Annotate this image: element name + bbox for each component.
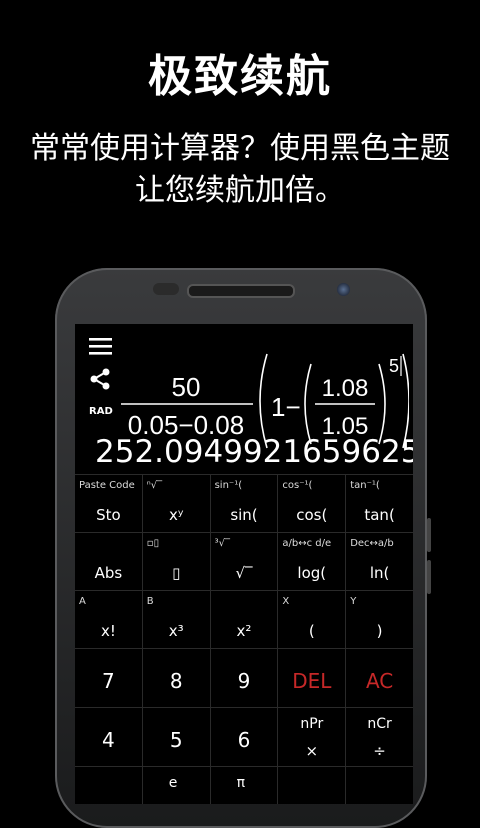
key-9[interactable]: 9 — [211, 649, 279, 707]
sensor — [153, 283, 179, 295]
key-0-0[interactable]: Paste Code Sto — [75, 475, 143, 532]
key-primary-label: Sto — [96, 506, 121, 524]
key-5[interactable]: 5 — [143, 708, 211, 766]
key-0-3[interactable]: cos⁻¹( cos( — [278, 475, 347, 532]
key-primary-label: xʸ — [168, 506, 184, 524]
key-primary-label: x! — [100, 622, 116, 640]
key-label: DEL — [292, 669, 332, 693]
key-1-2[interactable]: ³√‾ √‾ — [211, 533, 279, 590]
expr-inner-numerator: 1.08 — [322, 375, 369, 402]
key-primary-label: tan( — [364, 506, 395, 524]
key-2-4[interactable]: Y) — [346, 591, 413, 648]
camera-icon — [337, 283, 350, 296]
key-label: 4 — [102, 728, 115, 752]
key-primary-label: √‾ — [235, 564, 253, 582]
key-1-4[interactable]: Dec↔a/b ln( — [346, 533, 413, 590]
key-partial-2[interactable]: π — [211, 767, 279, 804]
key-secondary-label: sin⁻¹( — [214, 480, 243, 491]
key-npr[interactable]: nPr × — [278, 708, 347, 766]
keypad-row-partial: eπ — [75, 766, 413, 804]
key-secondary-label: Dec↔a/b — [350, 538, 394, 549]
key-secondary-label: cos⁻¹( — [282, 480, 313, 491]
key-bottom-label: × — [305, 742, 319, 760]
key-primary-label: ▯ — [172, 564, 181, 582]
key-1-0[interactable]: Abs — [75, 533, 143, 590]
key-primary-label: x³ — [168, 622, 184, 640]
key-secondary-label: a/b↔c d/e — [282, 538, 332, 549]
key-8[interactable]: 8 — [143, 649, 211, 707]
angle-mode-label: RAD — [89, 406, 113, 417]
key-2-0[interactable]: Ax! — [75, 591, 143, 648]
calculator-screen: RAD 50 0.05−0.08 1− 1.08 1.05 5 252.0949… — [75, 324, 413, 804]
keypad-row-digits: 7 8 9 DEL AC — [75, 648, 413, 707]
keypad-row: Paste Code Sto ⁿ√‾ xʸ sin⁻¹( sin( cos⁻¹( cos( ta… — [75, 474, 413, 532]
keypad-row-digits: 4 5 6 nPr × nCr ÷ — [75, 707, 413, 766]
key-secondary-label: X — [282, 596, 290, 607]
key-ac[interactable]: AC — [346, 649, 413, 707]
keypad-row: Abs ▫▯ ▯ ³√‾ √‾ a/b↔c d/e log( Dec↔a/b ln( — [75, 532, 413, 590]
key-secondary-label: B — [146, 596, 154, 607]
key-primary-label: sin( — [230, 506, 258, 524]
power-button — [427, 560, 431, 594]
key-label: 6 — [237, 728, 251, 752]
result-display: 252.0949921659625 — [95, 434, 413, 470]
key-partial-4[interactable] — [346, 767, 413, 804]
key-primary-label: x² — [236, 622, 252, 640]
key-ncr[interactable]: nCr ÷ — [346, 708, 413, 766]
key-secondary-label: ³√‾ — [214, 538, 230, 549]
key-primary-label: Abs — [94, 564, 123, 582]
volume-button — [427, 518, 431, 552]
key-2-1[interactable]: Bx³ — [143, 591, 211, 648]
key-partial-1[interactable]: e — [143, 767, 211, 804]
key-0-1[interactable]: ⁿ√‾ xʸ — [143, 475, 211, 532]
key-1-1[interactable]: ▫▯ ▯ — [143, 533, 211, 590]
key-secondary-label: tan⁻¹( — [350, 480, 380, 491]
key-2-3[interactable]: X( — [278, 591, 347, 648]
key-4[interactable]: 4 — [75, 708, 143, 766]
key-top-label: nCr — [367, 716, 392, 732]
menu-icon[interactable] — [89, 337, 113, 355]
key-0-2[interactable]: sin⁻¹( sin( — [211, 475, 279, 532]
key-label: AC — [365, 669, 394, 693]
key-0-4[interactable]: tan⁻¹( tan( — [346, 475, 413, 532]
key-partial-3[interactable] — [278, 767, 347, 804]
key-label: 7 — [102, 669, 115, 693]
share-icon[interactable] — [89, 368, 111, 390]
key-primary-label: ) — [376, 622, 383, 640]
key-primary-label: ln( — [369, 564, 390, 582]
key-secondary-label: A — [79, 596, 86, 607]
phone-frame: RAD 50 0.05−0.08 1− 1.08 1.05 5 252.0949… — [55, 268, 431, 828]
expr-numerator: 50 — [172, 372, 201, 402]
key-secondary-label: Y — [350, 596, 357, 607]
key-label: 8 — [169, 669, 183, 693]
key-secondary-label: ▫▯ — [146, 538, 160, 549]
key-secondary-label: ⁿ√‾ — [146, 480, 163, 491]
keypad: Paste Code Sto ⁿ√‾ xʸ sin⁻¹( sin( cos⁻¹( cos( ta… — [75, 474, 413, 804]
expr-one-minus: 1− — [271, 392, 301, 422]
key-1-3[interactable]: a/b↔c d/e log( — [278, 533, 347, 590]
expr-exponent: 5 — [389, 356, 399, 376]
key-top-label: nPr — [300, 716, 324, 732]
key-bottom-label: ÷ — [373, 742, 386, 760]
key-label: 5 — [169, 728, 183, 752]
subline: 常常使用计算器？使用黑色主题让您续航加倍。 — [30, 131, 450, 208]
key-partial-0[interactable] — [75, 767, 143, 804]
key-2-2[interactable]: x² — [211, 591, 279, 648]
key-secondary-label: Paste Code — [79, 480, 135, 491]
headline: 极致续航 — [148, 51, 332, 102]
key-primary-label: ( — [308, 622, 315, 640]
key-primary-label: cos( — [296, 506, 328, 524]
keypad-row: Ax! Bx³ x² X(Y) — [75, 590, 413, 648]
key-7[interactable]: 7 — [75, 649, 143, 707]
key-6[interactable]: 6 — [211, 708, 279, 766]
speaker-grille — [187, 284, 295, 298]
key-primary-label: log( — [297, 564, 327, 582]
key-del[interactable]: DEL — [278, 649, 347, 707]
key-label: 9 — [237, 669, 251, 693]
